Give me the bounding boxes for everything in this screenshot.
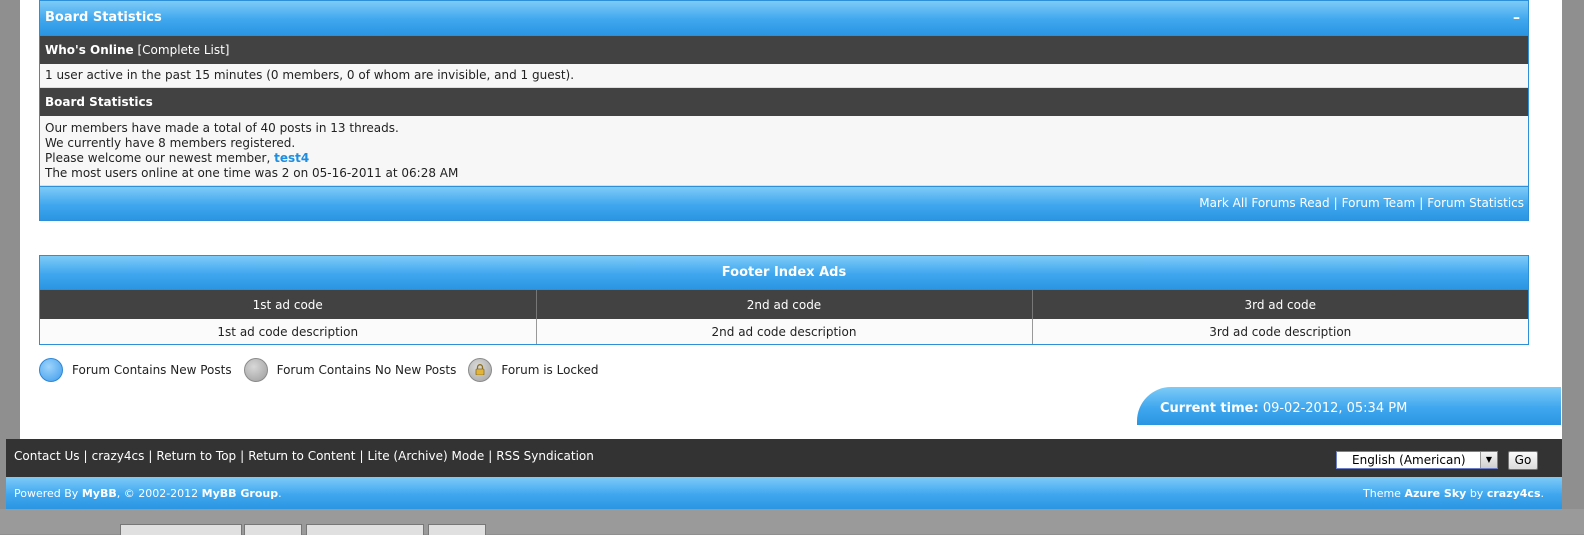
ads-table: 1st ad code 2nd ad code 3rd ad code 1st … [40,290,1528,344]
board-statistics-subheader: Board Statistics [40,88,1528,116]
ad-description-3: 3rd ad code description [1032,319,1528,344]
minus-icon[interactable]: – [1513,1,1520,35]
crazy4cs-link[interactable]: crazy4cs [92,449,145,463]
language-select[interactable]: English (American) ▼ [1336,451,1498,469]
board-statistics-details: Our members have made a total of 40 post… [40,116,1528,186]
whos-online-row: Who's Online [Complete List] [40,36,1528,64]
taskbar-tab [306,524,424,535]
stats-newest-member-line: Please welcome our newest member, test4 [45,151,1523,166]
powered-suffix: . [278,487,282,500]
return-to-content-link[interactable]: Return to Content [248,449,355,463]
footer-ads-title: Footer Index Ads [40,256,1528,290]
lite-mode-link[interactable]: Lite (Archive) Mode [368,449,485,463]
theme-prefix: Theme [1363,487,1405,500]
taskbar-tab [428,524,486,535]
newest-member-prefix: Please welcome our newest member, [45,151,275,165]
board-statistics-header: Board Statistics – [40,1,1528,36]
separator: | [488,449,493,463]
theme-by: by [1466,487,1487,500]
rss-syndication-link[interactable]: RSS Syndication [496,449,594,463]
ad-column-1: 1st ad code [40,290,537,319]
theme-suffix: . [1540,487,1545,500]
new-posts-icon [39,358,63,382]
powered-by-text: Powered By MyBB, © 2002-2012 MyBB Group. [14,477,282,511]
ads-description-row: 1st ad code description 2nd ad code desc… [40,319,1528,344]
current-time-value: 09-02-2012, 05:34 PM [1262,401,1408,416]
powered-mid: , © 2002-2012 [116,487,202,500]
separator: | [1333,196,1338,210]
stats-posts-line: Our members have made a total of 40 post… [45,121,399,135]
current-time-tab: Current time: 09-02-2012, 05:34 PM [1137,387,1561,425]
taskbar-tab [244,524,302,535]
separator: | [240,449,245,463]
mybb-link[interactable]: MyBB [82,487,117,500]
mark-all-read-link[interactable]: Mark All Forums Read [1199,196,1329,210]
separator: | [148,449,153,463]
separator: | [83,449,88,463]
forum-team-link[interactable]: Forum Team [1342,196,1416,210]
current-time-label: Current time: [1160,401,1259,416]
legend-no-new-posts: Forum Contains No New Posts [276,363,457,377]
lock-icon [468,358,493,382]
forum-statistics-link[interactable]: Forum Statistics [1427,196,1524,210]
footer-index-ads-panel: Footer Index Ads 1st ad code 2nd ad code… [39,255,1529,345]
stats-subheader-label: Board Statistics [45,95,153,109]
go-button[interactable]: Go [1508,451,1538,470]
theme-name-link[interactable]: Azure Sky [1404,487,1466,500]
complete-list-link[interactable]: [Complete List] [138,43,230,57]
mybb-group-link[interactable]: MyBB Group [202,487,278,500]
online-users-text: 1 user active in the past 15 minutes (0 … [40,64,1528,88]
separator: | [1419,196,1424,210]
board-statistics-footer: Mark All Forums Read | Forum Team | Forum St… [40,186,1528,220]
board-statistics-title: Board Statistics [45,10,162,25]
return-to-top-link[interactable]: Return to Top [156,449,236,463]
ad-description-1: 1st ad code description [40,319,537,344]
contact-us-link[interactable]: Contact Us [14,449,80,463]
theme-credit-text: Theme Azure Sky by crazy4cs. [1363,477,1544,511]
legend-locked: Forum is Locked [501,363,599,377]
whos-online-label: Who's Online [45,43,134,57]
ad-column-2: 2nd ad code [536,290,1033,319]
language-selected-value: English (American) [1352,453,1466,467]
powered-prefix: Powered By [14,487,82,500]
stats-most-online-line: The most users online at one time was 2 … [45,166,459,180]
ad-column-3: 3rd ad code [1032,290,1528,319]
newest-member-link[interactable]: test4 [274,151,309,165]
footer-nav: Contact Us | crazy4cs | Return to Top | Return… [6,439,1562,477]
ad-description-2: 2nd ad code description [536,319,1033,344]
footer-links: Contact Us | crazy4cs | Return to Top | Return… [14,449,594,463]
footer-copyright-bar: Powered By MyBB, © 2002-2012 MyBB Group.… [6,477,1562,509]
legend-new-posts: Forum Contains New Posts [72,363,232,377]
no-new-posts-icon [243,358,268,382]
theme-author-link[interactable]: crazy4cs [1487,487,1541,500]
taskbar-tab [120,524,242,535]
ads-header-row: 1st ad code 2nd ad code 3rd ad code [40,290,1528,319]
stats-members-line: We currently have 8 members registered. [45,136,296,150]
forum-legend: Forum Contains New Posts Forum Contains … [39,357,611,383]
separator: | [359,449,364,463]
board-statistics-panel: Board Statistics – Who's Online [Complet… [39,0,1529,221]
chevron-down-icon[interactable]: ▼ [1480,452,1497,468]
